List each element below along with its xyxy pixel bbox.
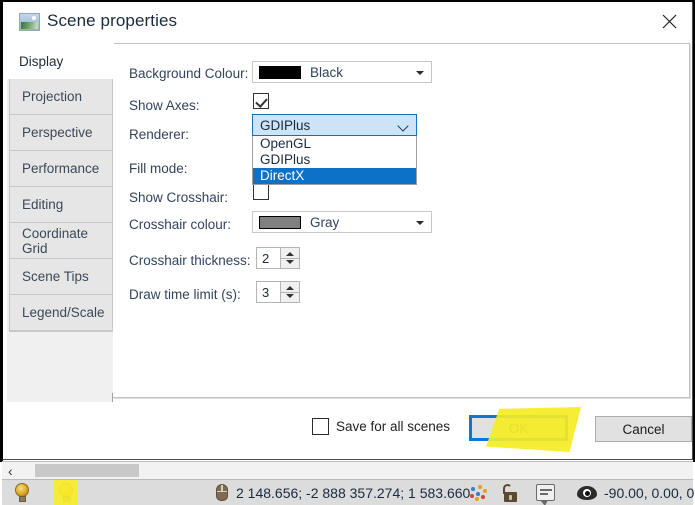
tab-legend-scale[interactable]: Legend/Scale bbox=[9, 295, 113, 331]
settings-tab-list: Display Projection Perspective Performan… bbox=[7, 43, 113, 421]
renderer-row: Renderer: bbox=[129, 123, 189, 145]
crosshair-colour-label: Crosshair colour: bbox=[129, 217, 231, 232]
stepper-up-icon[interactable] bbox=[286, 286, 294, 290]
draw-time-limit-value: 3 bbox=[262, 285, 269, 300]
scrollbar-thumb[interactable] bbox=[35, 464, 139, 477]
background-colour-value: Black bbox=[310, 65, 343, 80]
tab-scene-tips[interactable]: Scene Tips bbox=[9, 259, 113, 295]
renderer-option-opengl[interactable]: OpenGL bbox=[253, 136, 416, 152]
display-settings-panel: Background Colour: Black Show Axes: Rend… bbox=[113, 43, 690, 398]
crosshair-colour-swatch bbox=[259, 216, 301, 229]
draw-time-limit-label: Draw time limit (s): bbox=[129, 287, 241, 302]
stepper-down-icon[interactable] bbox=[286, 294, 294, 298]
crosshair-thickness-row: Crosshair thickness: bbox=[129, 249, 251, 271]
crosshair-thickness-stepper[interactable]: 2 bbox=[256, 247, 300, 269]
crosshair-thickness-value: 2 bbox=[262, 251, 269, 266]
status-bar: 4 207 2 148.656; -2 888 357.274; 1 583.6… bbox=[2, 479, 693, 505]
chevron-down-icon bbox=[399, 121, 408, 130]
tab-performance[interactable]: Performance bbox=[9, 151, 113, 187]
tab-label: Coordinate Grid bbox=[22, 226, 112, 256]
eye-icon[interactable] bbox=[577, 486, 597, 500]
application-window: Scene properties Display Projection Pers… bbox=[0, 0, 695, 505]
tab-display[interactable]: Display bbox=[7, 43, 114, 79]
draw-time-limit-row: Draw time limit (s): bbox=[129, 283, 241, 305]
cursor-coordinates: 2 148.656; -2 888 357.274; 1 583.660 bbox=[236, 485, 470, 501]
background-colour-swatch bbox=[259, 66, 301, 79]
stepper-buttons[interactable] bbox=[280, 282, 299, 302]
stepper-buttons[interactable] bbox=[280, 248, 299, 268]
lightbulb-icon-2[interactable] bbox=[58, 483, 74, 502]
show-axes-label: Show Axes: bbox=[129, 98, 200, 113]
save-for-all-scenes-label: Save for all scenes bbox=[336, 419, 450, 434]
renderer-label: Renderer: bbox=[129, 127, 189, 142]
comment-icon[interactable] bbox=[536, 484, 555, 501]
renderer-option-gdiplus[interactable]: GDIPlus bbox=[253, 152, 416, 168]
show-crosshair-label: Show Crosshair: bbox=[129, 190, 228, 205]
show-axes-row: Show Axes: bbox=[129, 94, 200, 116]
unlocked-padlock-icon[interactable] bbox=[502, 484, 518, 502]
tab-projection[interactable]: Projection bbox=[9, 79, 113, 115]
show-crosshair-checkbox[interactable] bbox=[253, 184, 269, 200]
crosshair-colour-combobox[interactable]: Gray bbox=[252, 211, 432, 233]
camera-angles: -90.00, 0.00, 0.00 bbox=[604, 485, 695, 501]
background-colour-row: Background Colour: bbox=[129, 62, 248, 84]
cancel-button[interactable]: Cancel bbox=[595, 416, 692, 442]
horizontal-scrollbar[interactable]: ‹ bbox=[2, 461, 693, 479]
crosshair-colour-row: Crosshair colour: bbox=[129, 213, 231, 235]
close-icon[interactable] bbox=[646, 2, 692, 40]
background-colour-combobox[interactable]: Black bbox=[252, 61, 432, 83]
tab-label: Performance bbox=[22, 161, 99, 176]
dialog-title: Scene properties bbox=[47, 11, 177, 31]
crosshair-thickness-label: Crosshair thickness: bbox=[129, 253, 251, 268]
crosshair-colour-value: Gray bbox=[310, 215, 339, 230]
tab-label: Display bbox=[19, 54, 63, 69]
show-axes-checkbox[interactable] bbox=[253, 93, 269, 109]
tab-label: Editing bbox=[22, 197, 63, 212]
renderer-combobox[interactable]: GDIPlus bbox=[252, 114, 417, 136]
cancel-button-label: Cancel bbox=[622, 422, 664, 437]
point-cloud-icon[interactable] bbox=[469, 484, 489, 502]
draw-time-limit-stepper[interactable]: 3 bbox=[256, 281, 300, 303]
tab-label: Scene Tips bbox=[22, 269, 89, 284]
dialog-titlebar: Scene properties bbox=[3, 2, 692, 42]
save-for-all-scenes-checkbox[interactable] bbox=[312, 418, 329, 435]
tab-strip-filler bbox=[9, 331, 113, 393]
chevron-left-icon[interactable]: ‹ bbox=[8, 463, 13, 479]
highlight-annotation-bulb bbox=[54, 480, 77, 505]
chevron-down-icon bbox=[416, 221, 424, 225]
renderer-selected-value: GDIPlus bbox=[260, 118, 310, 133]
mouse-icon bbox=[216, 484, 228, 501]
tab-label: Legend/Scale bbox=[22, 305, 105, 320]
tab-editing[interactable]: Editing bbox=[9, 187, 113, 223]
ok-button-label: OK bbox=[509, 421, 529, 436]
renderer-option-directx[interactable]: DirectX bbox=[253, 168, 416, 184]
tab-coordinate-grid[interactable]: Coordinate Grid bbox=[9, 223, 113, 259]
chevron-down-icon bbox=[416, 71, 424, 75]
tab-label: Perspective bbox=[22, 125, 93, 140]
image-scene-icon bbox=[19, 13, 40, 31]
stepper-down-icon[interactable] bbox=[286, 260, 294, 264]
fill-mode-row: Fill mode: bbox=[129, 157, 188, 179]
tab-perspective[interactable]: Perspective bbox=[9, 115, 113, 151]
ok-button[interactable]: OK bbox=[469, 415, 568, 441]
renderer-dropdown-list[interactable]: OpenGL GDIPlus DirectX bbox=[252, 136, 417, 185]
show-crosshair-row: Show Crosshair: bbox=[129, 186, 228, 208]
lightbulb-icon[interactable] bbox=[14, 483, 30, 502]
scene-properties-dialog: Scene properties Display Projection Pers… bbox=[2, 2, 693, 460]
fill-mode-label: Fill mode: bbox=[129, 161, 188, 176]
stepper-up-icon[interactable] bbox=[286, 252, 294, 256]
tab-label: Projection bbox=[22, 89, 82, 104]
background-colour-label: Background Colour: bbox=[129, 66, 248, 81]
